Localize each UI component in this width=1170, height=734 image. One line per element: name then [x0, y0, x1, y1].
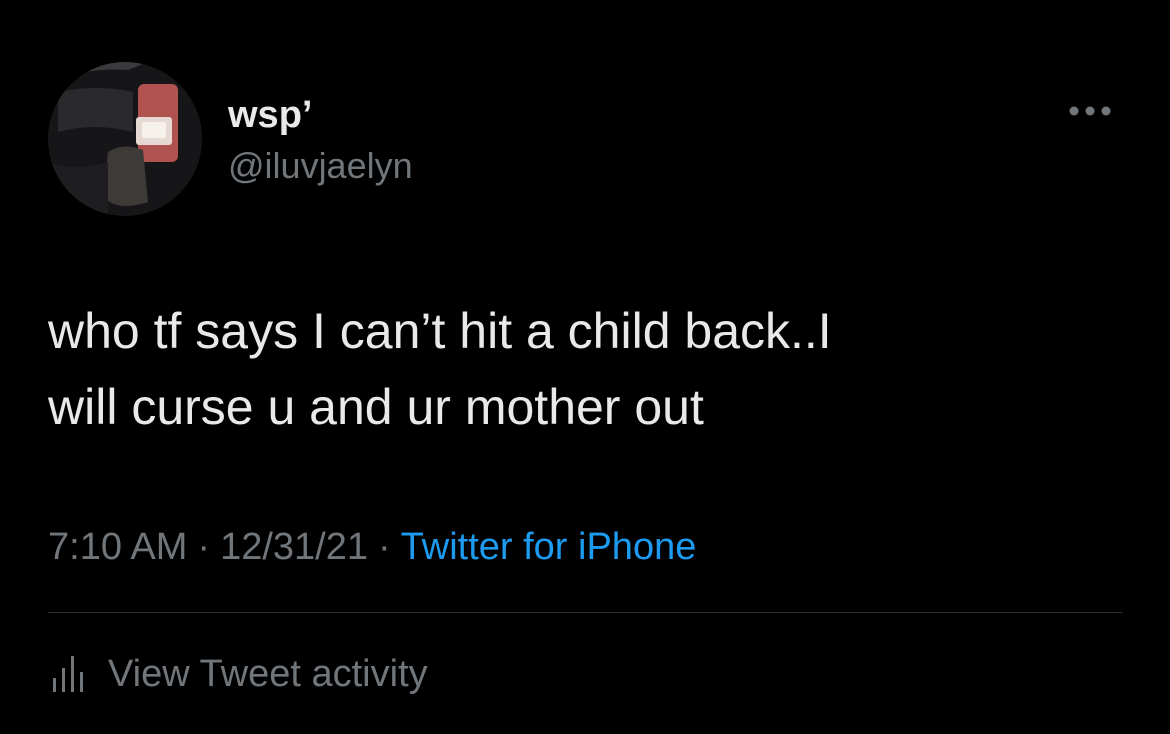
meta-separator: · [378, 526, 391, 568]
tweet-time[interactable]: 7:10 AM [48, 526, 187, 568]
meta-separator: · [197, 526, 211, 568]
author-handle[interactable]: @iluvjaelyn [228, 148, 413, 184]
more-options-icon[interactable] [1060, 104, 1120, 118]
author-display-name[interactable]: wsp’ [228, 96, 312, 134]
activity-label: View Tweet activity [108, 652, 428, 695]
tweet-metadata: 7:10 AM · 12/31/21 · Twitter for iPhone [48, 528, 696, 566]
bar-chart-icon [53, 656, 83, 692]
tweet-text: who tf says I can’t hit a child back..I … [48, 303, 832, 435]
view-tweet-activity-button[interactable]: View Tweet activity [50, 652, 428, 696]
divider [48, 612, 1122, 613]
tweet-date[interactable]: 12/31/21 [220, 526, 368, 568]
tweet-source-link[interactable]: Twitter for iPhone [401, 526, 697, 568]
avatar[interactable] [48, 62, 202, 216]
avatar-photo [48, 62, 202, 216]
